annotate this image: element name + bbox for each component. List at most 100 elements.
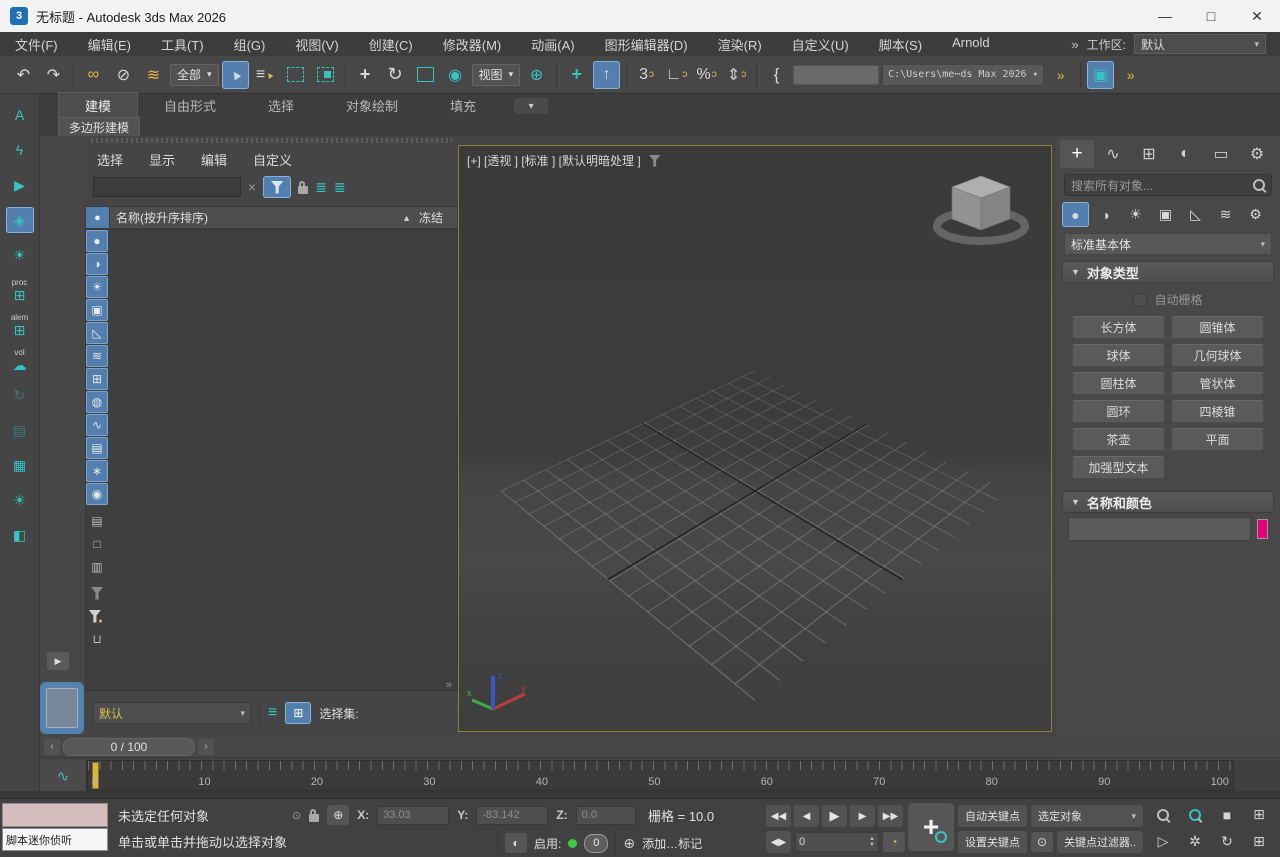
explorer-column-header[interactable]: ● 名称(按升序排序) ▲ 冻结 (85, 206, 458, 229)
menu-overflow-icon[interactable]: » (1071, 37, 1078, 52)
viewport-label[interactable]: [+] [透视 ] [标准 ] [默认明暗处理 ] (467, 152, 661, 169)
select-place-button[interactable]: ◉ (442, 61, 469, 89)
display-filter-icon[interactable]: ∗ (86, 460, 108, 482)
redo-button[interactable]: ↷ (40, 61, 67, 89)
sort-ascending-icon[interactable]: ▲ (402, 213, 411, 223)
select-by-name-button[interactable]: ≡▲ (252, 61, 279, 89)
primitive-category-dropdown[interactable]: 标准基本体 ▾ (1064, 233, 1272, 255)
explorer-menu-item[interactable]: 编辑 (201, 150, 227, 169)
current-frame-field[interactable]: 0 ▲▼ (795, 832, 879, 852)
key-filters-button[interactable]: 关键点过滤器.. (1057, 831, 1143, 853)
search-all-objects-input[interactable]: 搜索所有对象... (1064, 174, 1272, 196)
category-geometry[interactable]: ● (1062, 202, 1089, 227)
maximize-viewport-icon[interactable]: ⊞ (1244, 829, 1274, 854)
category-helpers[interactable]: ◺ (1182, 202, 1209, 227)
menu-item[interactable]: 渲染(R) (703, 35, 777, 54)
expand-toolbar-button[interactable]: ▶ (47, 652, 69, 670)
primitive-button[interactable]: 圆柱体 (1072, 372, 1165, 395)
tab-hierarchy[interactable]: ⊞ (1132, 140, 1166, 168)
unlink-icon[interactable]: ⊘ (110, 61, 137, 89)
large-toolbar-button[interactable] (40, 682, 84, 734)
primitive-button[interactable]: 平面 (1171, 428, 1264, 451)
project-folder-dropdown[interactable]: C:\Users\me⋯ds Max 2026 ▾ (882, 64, 1044, 86)
category-shapes[interactable]: ◑ (1092, 202, 1119, 227)
y-coordinate-field[interactable]: -83.142 (476, 806, 548, 825)
explorer-overflow-icon[interactable]: » (446, 679, 452, 691)
lock-selection-icon[interactable] (309, 814, 319, 822)
render-overflow-icon[interactable]: » (1117, 61, 1144, 89)
track-bar-ruler[interactable]: 0102030405060708090100 (87, 760, 1234, 791)
list-view-icon[interactable]: ▤ (86, 510, 108, 532)
filter-funnel-icon[interactable] (86, 582, 108, 604)
display-filter-icon[interactable]: ● (86, 230, 108, 252)
lights-group-icon[interactable]: ☀ (6, 487, 34, 513)
object-type-rollout-header[interactable]: ▼ 对象类型 (1062, 261, 1274, 283)
explorer-menu-item[interactable]: 选择 (97, 150, 123, 169)
menu-item[interactable]: 自定义(U) (777, 35, 864, 54)
caddy-sphere-icon[interactable]: ◐ (505, 833, 527, 853)
pan-icon[interactable]: ✲ (1180, 829, 1210, 854)
zoom-icon[interactable] (1148, 802, 1178, 827)
zoom-extents-icon[interactable]: ■ (1212, 802, 1242, 827)
display-column-icon[interactable]: ● (86, 207, 110, 228)
window-crossing-button[interactable] (312, 61, 339, 89)
layers-icon[interactable]: ≡ (268, 704, 277, 722)
selection-lock-icon[interactable]: ⊙ (292, 809, 301, 822)
previous-frame-button[interactable]: ◀ (794, 805, 819, 827)
menu-item[interactable]: 动画(A) (516, 35, 589, 54)
category-lights[interactable]: ☀ (1122, 202, 1149, 227)
display-filter-icon[interactable]: ◺ (86, 322, 108, 344)
display-filter-icon[interactable]: ≋ (86, 345, 108, 367)
ribbon-tab[interactable]: 对象绘制 (320, 93, 424, 118)
expand-tree-icon[interactable]: ≣ (315, 179, 327, 196)
menu-item[interactable]: 创建(C) (354, 35, 428, 54)
viewport-label-text[interactable]: [+] [透视 ] [标准 ] [默认明暗处理 ] (467, 152, 641, 169)
tab-create[interactable]: + (1060, 140, 1094, 168)
rotate-button[interactable]: ↻ (382, 61, 409, 89)
maximize-button[interactable]: □ (1188, 0, 1234, 32)
ribbon-tab[interactable]: 选择 (242, 93, 320, 118)
primitive-button[interactable]: 圆锥体 (1171, 316, 1264, 339)
object-name-field[interactable] (1068, 517, 1251, 541)
image-stack-icon[interactable]: ▦ (6, 452, 34, 478)
proc-create-icon[interactable]: proc⊞ (6, 277, 34, 303)
menu-item[interactable]: Arnold (937, 35, 1005, 54)
display-filter-icon[interactable]: ▤ (86, 437, 108, 459)
mini-curve-editor-button[interactable]: ∿ (40, 760, 87, 791)
primitive-button[interactable]: 球体 (1072, 344, 1165, 367)
set-key-big-button[interactable]: + (908, 803, 954, 851)
go-to-end-button[interactable]: ▶▶ (878, 805, 903, 827)
display-filter-icon[interactable]: ⊞ (86, 368, 108, 390)
key-target-dropdown[interactable]: 选定对象 ▾ (1031, 805, 1143, 827)
ribbon-tab[interactable]: 自由形式 (138, 93, 242, 118)
menu-item[interactable]: 图形编辑器(D) (590, 35, 703, 54)
display-filter-icon[interactable]: ∿ (86, 414, 108, 436)
workspace-dropdown[interactable]: 默认 ▾ (1134, 34, 1266, 54)
frozen-column-header[interactable]: 冻结 (411, 209, 457, 226)
spinner-snap-button[interactable]: ⇕ɔ (723, 61, 750, 89)
explorer-menu-item[interactable]: 自定义 (253, 150, 292, 169)
key-mode-toggle[interactable]: ◔ (883, 832, 905, 852)
menu-item[interactable]: 脚本(S) (864, 35, 937, 54)
list-view-icon[interactable]: □ (86, 533, 108, 555)
ribbon-tab[interactable]: 建模 (58, 92, 138, 118)
use-pivot-center-button[interactable]: ⊕ (523, 61, 550, 89)
menu-item[interactable]: 组(G) (219, 35, 281, 54)
list-view-icon[interactable]: ▥ (86, 556, 108, 578)
zoom-all-icon[interactable] (1180, 802, 1210, 827)
tab-modify[interactable]: ∿ (1096, 140, 1130, 168)
name-color-rollout-header[interactable]: ▼ 名称和颜色 (1062, 491, 1274, 513)
select-manipulate-button[interactable]: + (563, 61, 590, 89)
lock-icon[interactable] (298, 186, 308, 194)
field-of-view-icon[interactable]: ▷ (1148, 829, 1178, 854)
primitive-button[interactable]: 茶壶 (1072, 428, 1165, 451)
autogrid-checkbox[interactable] (1133, 293, 1147, 307)
explorer-filter-button[interactable] (263, 176, 291, 198)
explorer-object-list[interactable] (85, 229, 458, 691)
previous-frame-arrow[interactable]: ‹ (44, 739, 60, 755)
maxscript-mini-listener[interactable] (2, 803, 108, 827)
primitive-button[interactable]: 四棱锥 (1171, 400, 1264, 423)
time-slider[interactable]: 0 / 100 (63, 738, 195, 756)
named-selection-sets-button[interactable]: { (763, 61, 790, 89)
display-filter-icon[interactable]: ▣ (86, 299, 108, 321)
